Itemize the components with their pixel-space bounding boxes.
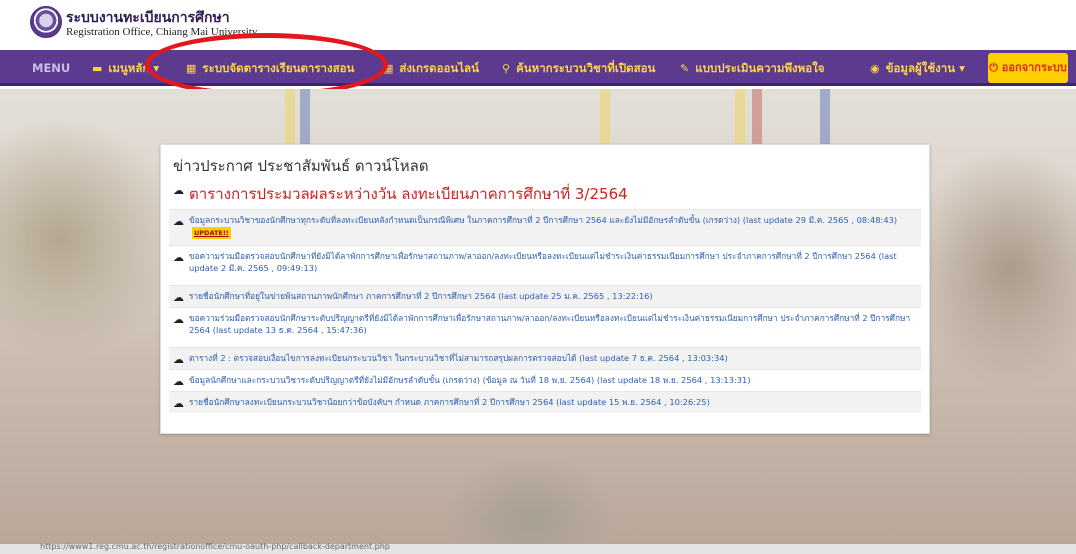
news-item-link[interactable]: ตารางที่ 2 : ตรวจสอบเงื่อนไขการลงทะเบียน… <box>189 352 914 364</box>
cloud-download-icon: ☁ <box>173 291 184 304</box>
news-item[interactable]: ☁ ขอความร่วมมือตรวจสอบนักศึกษาที่ยังมิได… <box>169 245 921 285</box>
pencil-icon: ✎ <box>680 62 690 75</box>
news-item-link[interactable]: ขอความร่วมมือตรวจสอบนักศึกษาที่ยังมิได้ล… <box>189 250 914 274</box>
news-headline-row[interactable]: ☁ ตารางการประมวลผลระหว่างวัน ลงทะเบียนภา… <box>169 179 921 209</box>
caret-down-icon: ▾ <box>955 61 965 75</box>
cloud-download-icon: ☁ <box>173 353 184 366</box>
nav-item-user-info[interactable]: ◉ ข้อมูลผู้ใช้งาน ▾ <box>870 50 965 86</box>
cloud-download-icon: ☁ <box>173 251 184 264</box>
flag-decoration <box>600 89 610 149</box>
flag-decoration <box>752 89 762 149</box>
logout-label: ออกจากระบบ <box>1001 61 1067 74</box>
panel-title: ข่าวประกาศ ประชาสัมพันธ์ ดาวน์โหลด <box>173 157 429 175</box>
menu-label: MENU <box>32 61 71 75</box>
news-item-link[interactable]: รายชื่อนักศึกษาที่อยู่ในข่ายพ้นสถานภาพนั… <box>189 290 914 302</box>
folder-open-icon: ▬ <box>92 62 103 75</box>
news-item-link[interactable]: ข้อมูลกระบวนวิชาของนักศึกษาทุกระดับที่ลง… <box>189 214 914 239</box>
search-icon: ⚲ <box>502 62 511 75</box>
site-header: ระบบงานทะเบียนการศึกษา Registration Offi… <box>0 0 1076 48</box>
annotation-oval <box>145 33 388 97</box>
news-headline-link[interactable]: ตารางการประมวลผลระหว่างวัน ลงทะเบียนภาคก… <box>189 182 628 206</box>
flag-decoration <box>285 89 295 149</box>
nav-item-satisfaction-survey[interactable]: ✎ แบบประเมินความพึงพอใจ <box>680 50 824 86</box>
cloud-download-icon: ☁ <box>173 375 184 388</box>
nav-item-label: แบบประเมินความพึงพอใจ <box>695 61 825 75</box>
news-item[interactable]: ☁ รายชื่อนักศึกษาลงทะเบียนกระบวนวิชาน้อย… <box>169 391 921 413</box>
cloud-download-icon: ☁ <box>173 397 184 410</box>
status-bar-url: https://www1.reg.cmu.ac.th/registrationo… <box>40 542 390 551</box>
update-badge: UPDATE!! <box>192 227 231 239</box>
nav-item-label: ข้อมูลผู้ใช้งาน <box>885 61 956 75</box>
news-item[interactable]: ☁ ขอความร่วมมือตรวจสอบนักศึกษาระดับปริญญ… <box>169 307 921 347</box>
nav-item-online-grade-submission[interactable]: ▦ ส่งเกรดออนไลน์ <box>383 50 479 86</box>
cloud-download-icon: ☁ <box>173 313 184 326</box>
flag-decoration <box>735 89 745 149</box>
news-item-link[interactable]: ขอความร่วมมือตรวจสอบนักศึกษาระดับปริญญาต… <box>189 312 914 336</box>
nav-item-label: ค้นหากระบวนวิชาที่เปิดสอน <box>516 61 656 75</box>
news-item[interactable]: ☁ ข้อมูลกระบวนวิชาของนักศึกษาทุกระดับที่… <box>169 209 921 245</box>
news-panel: ข่าวประกาศ ประชาสัมพันธ์ ดาวน์โหลด ☁ ตาร… <box>160 144 930 434</box>
cloud-download-icon: ☁ <box>173 215 184 228</box>
cloud-download-icon: ☁ <box>173 184 184 197</box>
user-icon: ◉ <box>870 62 880 75</box>
flag-decoration <box>820 89 830 149</box>
news-item[interactable]: ☁ ข้อมูลนักศึกษาและกระบวนวิชาระดับปริญญา… <box>169 369 921 391</box>
university-logo-icon[interactable] <box>30 6 62 38</box>
news-item-link[interactable]: รายชื่อนักศึกษาลงทะเบียนกระบวนวิชาน้อยกว… <box>189 396 914 408</box>
nav-item-course-search[interactable]: ⚲ ค้นหากระบวนวิชาที่เปิดสอน <box>502 50 655 86</box>
news-item-link[interactable]: ข้อมูลนักศึกษาและกระบวนวิชาระดับปริญญาตร… <box>189 374 914 386</box>
news-item[interactable]: ☁ ตารางที่ 2 : ตรวจสอบเงื่อนไขการลงทะเบี… <box>169 347 921 369</box>
nav-item-label: เมนูหลัก <box>108 61 150 75</box>
logout-button[interactable]: ⏻ ออกจากระบบ <box>988 53 1068 83</box>
flag-decoration <box>300 89 310 149</box>
news-item[interactable]: ☁ รายชื่อนักศึกษาที่อยู่ในข่ายพ้นสถานภาพ… <box>169 285 921 307</box>
power-icon: ⏻ <box>989 61 1002 74</box>
nav-item-label: ส่งเกรดออนไลน์ <box>399 61 479 75</box>
